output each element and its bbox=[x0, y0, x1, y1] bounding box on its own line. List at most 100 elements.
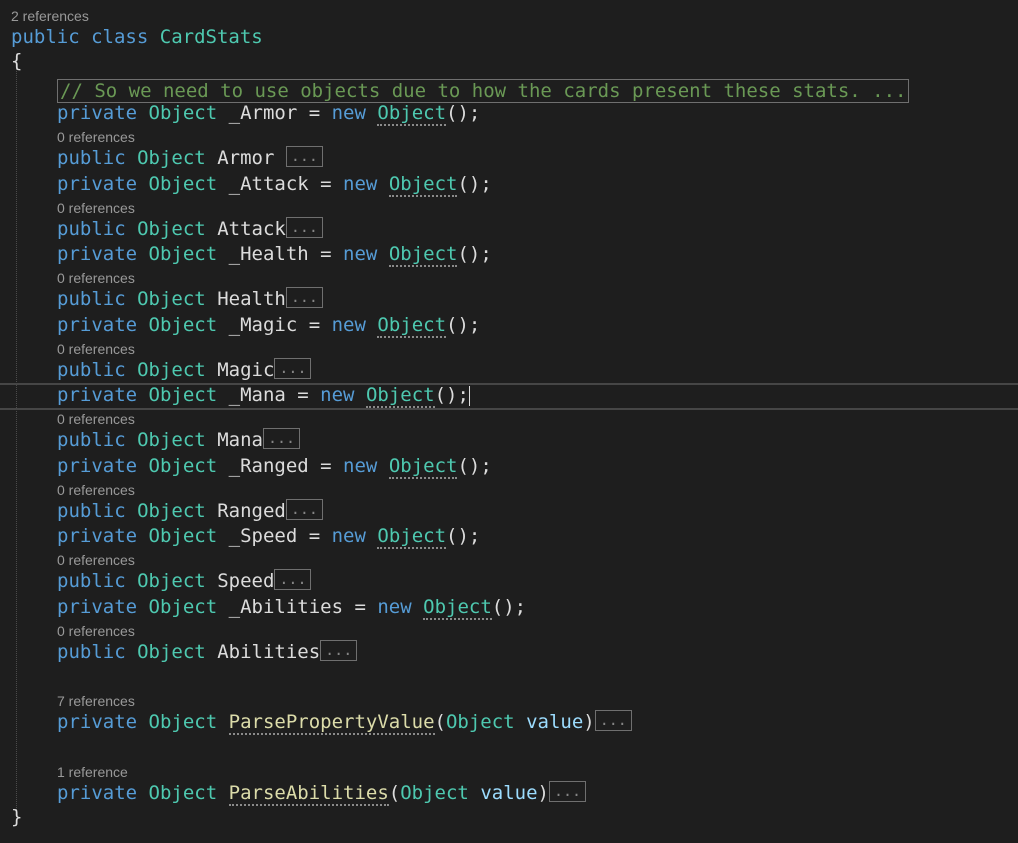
keyword-public: public bbox=[57, 500, 126, 522]
type-object: Object bbox=[148, 243, 218, 265]
codelens-references[interactable]: 0 references bbox=[57, 270, 135, 286]
field-declaration[interactable]: private Object _Mana = new Object(); bbox=[57, 383, 470, 408]
field-declaration[interactable]: private Object _Speed = new Object(); bbox=[57, 524, 480, 549]
property-name: Abilities bbox=[217, 641, 321, 663]
field-name: _Armor bbox=[228, 102, 298, 124]
property-name: Attack bbox=[217, 218, 286, 240]
collapsed-body-button[interactable]: ... bbox=[274, 569, 312, 590]
text-caret bbox=[468, 385, 470, 406]
keyword-private: private bbox=[57, 173, 138, 195]
type-object: Object bbox=[137, 570, 206, 592]
type-object: Object bbox=[377, 525, 447, 549]
property-declaration[interactable]: public Object Health... bbox=[57, 287, 323, 311]
constructor-call: (); bbox=[446, 314, 481, 336]
constructor-call: (); bbox=[446, 102, 481, 124]
collapsed-body-button[interactable]: ... bbox=[274, 358, 312, 379]
keyword-new: new bbox=[320, 384, 355, 406]
property-declaration[interactable]: public Object Mana... bbox=[57, 428, 301, 452]
collapsed-body-button[interactable]: ... bbox=[262, 428, 301, 449]
field-declaration[interactable]: private Object _Magic = new Object(); bbox=[57, 313, 481, 338]
codelens-references[interactable]: 0 references bbox=[57, 341, 135, 357]
codelens-references[interactable]: 0 references bbox=[57, 623, 135, 639]
param-type: Object bbox=[400, 782, 469, 804]
constructor-call: (); bbox=[457, 455, 492, 477]
property-name: Health bbox=[217, 288, 286, 310]
property-declaration[interactable]: public Object Ranged... bbox=[57, 499, 323, 523]
collapsed-body-button[interactable]: ... bbox=[320, 640, 358, 661]
type-object: Object bbox=[148, 102, 218, 124]
keyword-private: private bbox=[57, 782, 138, 804]
property-declaration[interactable]: public Object Abilities... bbox=[57, 640, 358, 664]
param-name: value bbox=[526, 711, 584, 733]
type-object: Object bbox=[137, 147, 206, 169]
method-name: ParseAbilities bbox=[228, 782, 389, 806]
collapsed-body-button[interactable]: ... bbox=[548, 781, 587, 802]
code-editor[interactable]: 2 references public class CardStats { //… bbox=[0, 0, 1018, 843]
keyword-private: private bbox=[57, 455, 138, 477]
type-object: Object bbox=[148, 525, 218, 547]
comment-line[interactable]: // So we need to use objects due to how … bbox=[57, 79, 910, 103]
keyword-new: new bbox=[343, 173, 378, 195]
type-object: Object bbox=[388, 455, 458, 479]
type-object: Object bbox=[148, 314, 218, 336]
method-declaration[interactable]: private Object ParseAbilities(Object val… bbox=[57, 781, 587, 806]
property-declaration[interactable]: public Object Armor ... bbox=[57, 146, 323, 170]
class-name: CardStats bbox=[159, 26, 263, 48]
codelens-references[interactable]: 0 references bbox=[57, 552, 135, 568]
collapsed-comment[interactable]: // So we need to use objects due to how … bbox=[57, 79, 910, 103]
type-object: Object bbox=[137, 288, 206, 310]
type-object: Object bbox=[365, 384, 435, 408]
property-name: Mana bbox=[217, 429, 263, 451]
collapsed-body-button[interactable]: ... bbox=[285, 217, 323, 238]
field-declaration[interactable]: private Object _Abilities = new Object()… bbox=[57, 595, 526, 620]
class-declaration-line[interactable]: public class CardStats bbox=[11, 25, 263, 49]
param-name: value bbox=[480, 782, 538, 804]
property-declaration[interactable]: public Object Speed... bbox=[57, 569, 312, 593]
field-declaration[interactable]: private Object _Ranged = new Object(); bbox=[57, 454, 492, 479]
property-name: Magic bbox=[217, 359, 275, 381]
collapsed-body-button[interactable]: ... bbox=[285, 499, 323, 520]
type-object: Object bbox=[148, 596, 218, 618]
keyword-public: public bbox=[57, 570, 126, 592]
method-name: ParsePropertyValue bbox=[228, 711, 435, 735]
keyword-private: private bbox=[57, 711, 138, 733]
codelens-class-references[interactable]: 2 references bbox=[11, 8, 89, 24]
property-declaration[interactable]: public Object Attack... bbox=[57, 217, 323, 241]
keyword-public: public bbox=[57, 147, 126, 169]
field-declaration[interactable]: private Object _Health = new Object(); bbox=[57, 242, 492, 267]
codelens-references[interactable]: 0 references bbox=[57, 200, 135, 216]
type-object: Object bbox=[148, 173, 218, 195]
codelens-references[interactable]: 0 references bbox=[57, 411, 135, 427]
type-object: Object bbox=[148, 384, 218, 406]
constructor-call: (); bbox=[457, 243, 492, 265]
constructor-call: (); bbox=[434, 384, 469, 406]
field-name: _Ranged bbox=[228, 455, 309, 477]
type-object: Object bbox=[377, 314, 447, 338]
type-object: Object bbox=[137, 359, 206, 381]
codelens-method-references[interactable]: 1 reference bbox=[57, 764, 128, 780]
close-brace: } bbox=[11, 806, 23, 828]
codelens-method-references[interactable]: 7 references bbox=[57, 693, 135, 709]
field-name: _Speed bbox=[228, 525, 298, 547]
field-declaration[interactable]: private Object _Armor = new Object(); bbox=[57, 101, 481, 126]
collapsed-body-button[interactable]: ... bbox=[285, 146, 323, 167]
codelens-references[interactable]: 0 references bbox=[57, 482, 135, 498]
param-type: Object bbox=[445, 711, 515, 733]
field-name: _Magic bbox=[228, 314, 298, 336]
collapsed-body-button[interactable]: ... bbox=[594, 710, 632, 731]
indent-guide bbox=[16, 60, 17, 812]
property-declaration[interactable]: public Object Magic... bbox=[57, 358, 312, 382]
type-object: Object bbox=[148, 711, 218, 733]
type-object: Object bbox=[137, 641, 206, 663]
keyword-private: private bbox=[57, 102, 138, 124]
keyword-new: new bbox=[343, 243, 378, 265]
field-declaration[interactable]: private Object _Attack = new Object(); bbox=[57, 172, 492, 197]
type-object: Object bbox=[388, 243, 458, 267]
method-declaration[interactable]: private Object ParsePropertyValue(Object… bbox=[57, 710, 632, 735]
codelens-references[interactable]: 0 references bbox=[57, 129, 135, 145]
collapsed-body-button[interactable]: ... bbox=[285, 287, 323, 308]
open-brace: { bbox=[11, 50, 23, 72]
type-object: Object bbox=[377, 102, 447, 126]
property-name: Speed bbox=[217, 570, 275, 592]
keyword-public: public bbox=[57, 288, 126, 310]
